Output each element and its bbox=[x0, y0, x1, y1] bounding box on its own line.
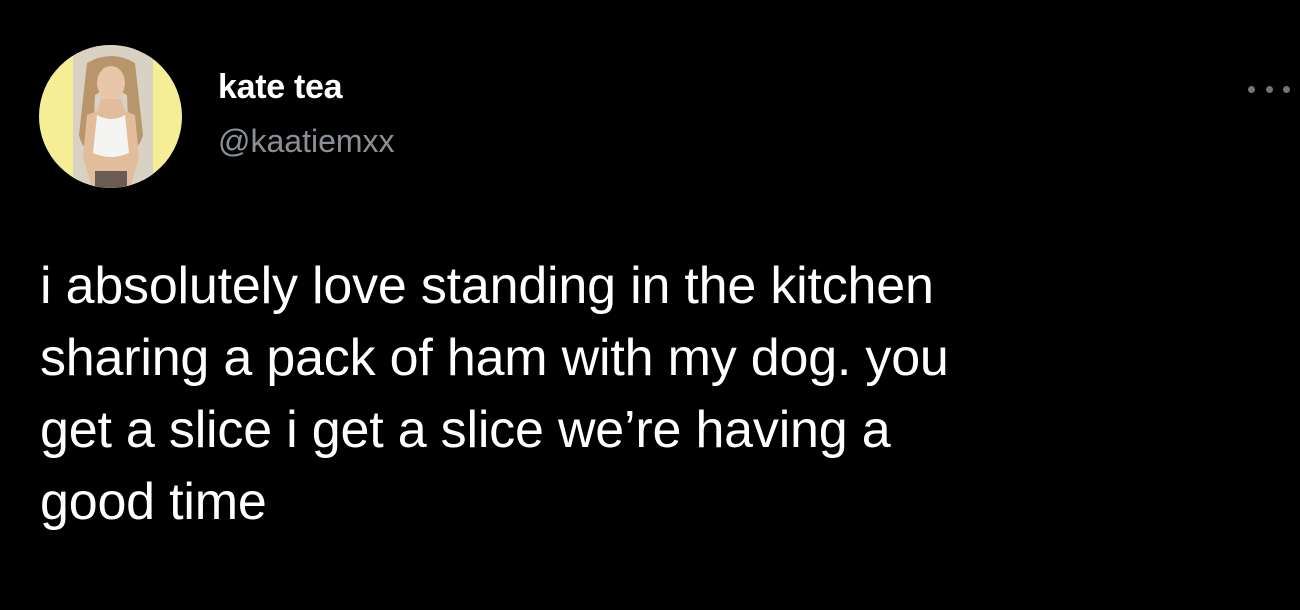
tweet-text: i absolutely love standing in the kitche… bbox=[40, 257, 949, 531]
dot-icon bbox=[1265, 85, 1273, 93]
user-handle[interactable]: @kaatiemxx bbox=[218, 121, 395, 161]
more-horizontal-icon[interactable] bbox=[1248, 80, 1290, 98]
dot-icon bbox=[1248, 85, 1255, 93]
avatar[interactable] bbox=[39, 45, 182, 188]
tweet-header: kate tea @kaatiemxx bbox=[39, 45, 395, 188]
dot-icon bbox=[1283, 85, 1290, 93]
avatar-image bbox=[39, 45, 182, 188]
author-names: kate tea @kaatiemxx bbox=[218, 65, 395, 161]
tweet-card: kate tea @kaatiemxx i absolutely love st… bbox=[0, 0, 1300, 610]
display-name[interactable]: kate tea bbox=[218, 65, 395, 109]
